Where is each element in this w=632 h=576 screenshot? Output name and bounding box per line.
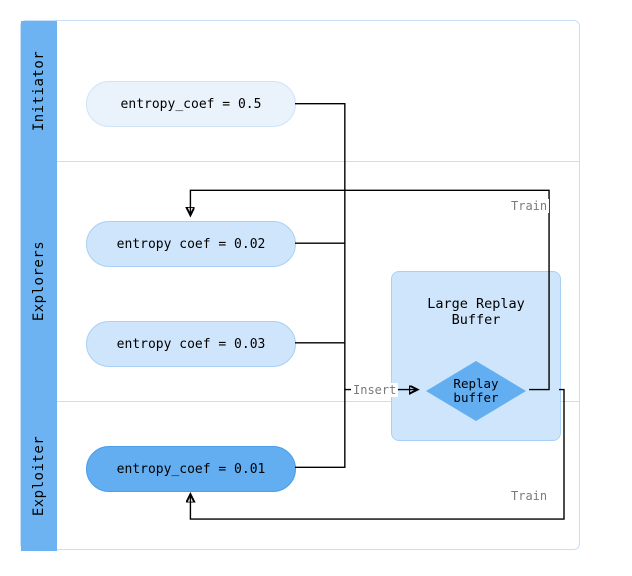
edge-label-train-bottom: Train (509, 489, 549, 503)
explorer-node-1: entropy coef = 0.02 (86, 221, 296, 267)
stripe-exploiter-label: Exploiter (31, 436, 47, 516)
divider-1 (21, 161, 579, 162)
exploiter-node: entropy_coef = 0.01 (86, 446, 296, 492)
edge-label-train-top: Train (509, 199, 549, 213)
initiator-node-label: entropy_coef = 0.5 (121, 97, 262, 112)
diamond-label-1: Replay (453, 376, 498, 391)
diamond-label-2: buffer (453, 390, 498, 405)
arrow-initiator-to-insert (295, 104, 345, 390)
edge-label-insert: Insert (351, 383, 398, 397)
stripe-exploiter: Exploiter (21, 401, 57, 551)
stripe-initiator: Initiator (21, 21, 57, 161)
architecture-diagram: Initiator Explorers Exploiter entropy_co… (20, 20, 580, 550)
exploiter-node-label: entropy_coef = 0.01 (117, 462, 266, 477)
stripe-initiator-label: Initiator (31, 51, 47, 131)
stripe-explorers-label: Explorers (31, 241, 47, 321)
initiator-node: entropy_coef = 0.5 (86, 81, 296, 127)
explorer-node-2-label: entropy coef = 0.03 (117, 337, 266, 352)
stripe-explorers: Explorers (21, 161, 57, 401)
replay-buffer-title-2: Buffer (452, 312, 501, 328)
explorer-node-2: entropy coef = 0.03 (86, 321, 296, 367)
explorer-node-1-label: entropy coef = 0.02 (117, 237, 266, 252)
replay-buffer-title-1: Large Replay (427, 296, 525, 312)
